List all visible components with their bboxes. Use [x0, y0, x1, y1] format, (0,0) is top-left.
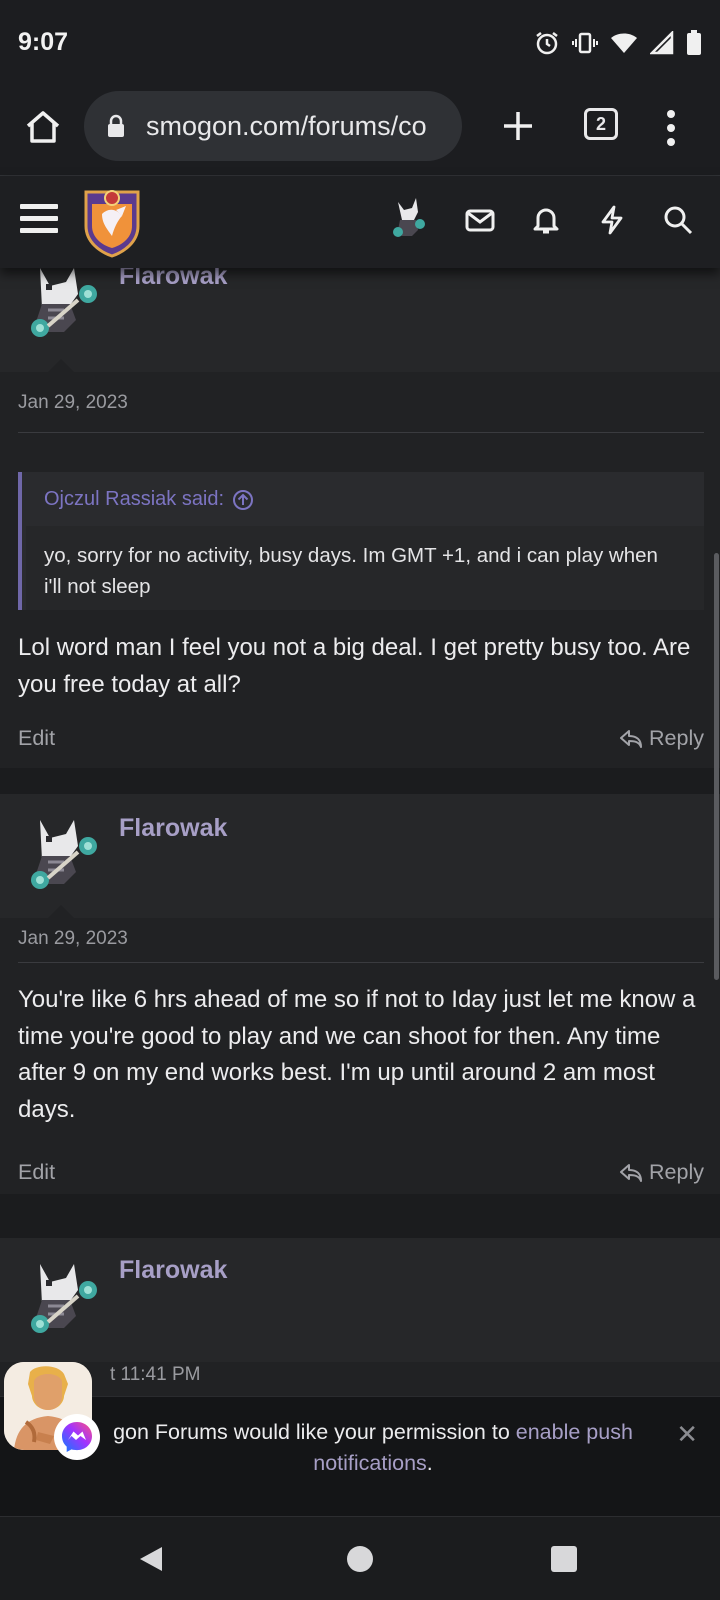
user-avatar[interactable] [388, 196, 428, 240]
post-date[interactable]: t 11:41 PM [110, 1364, 200, 1386]
alarm-icon [536, 32, 558, 55]
scrollbar[interactable] [714, 553, 719, 980]
edit-link[interactable]: Edit [18, 1160, 55, 1185]
post-date[interactable]: Jan 29, 2023 [18, 392, 128, 414]
username[interactable]: Flarowak [119, 1256, 227, 1285]
user-avatar[interactable] [18, 1260, 102, 1340]
reply-icon [620, 729, 643, 748]
quote-block: Ojczul Rassiak said: yo, sorry for no ac… [18, 472, 704, 610]
status-bar: 9:07 [0, 0, 720, 86]
recents-icon[interactable] [548, 1543, 580, 1575]
vibrate-icon [572, 32, 598, 54]
post-user-block: Flarowak [0, 268, 720, 372]
date-divider [18, 432, 704, 433]
reply-button[interactable]: Reply [619, 726, 704, 751]
post-body: You're like 6 hrs ahead of me so if not … [18, 986, 696, 1123]
quote-author[interactable]: Ojczul Rassiak said: [44, 488, 224, 511]
mail-icon[interactable] [464, 204, 496, 236]
url-text: smogon.com/forums/co [146, 111, 427, 141]
reply-icon [620, 1163, 643, 1182]
messenger-icon [54, 1414, 100, 1460]
notification-message: gon Forums would like your permission to [113, 1420, 516, 1444]
post-card: Flarowak Jan 29, 2023 Ojczul Rassiak sai… [0, 268, 720, 768]
system-nav-bar [0, 1516, 720, 1600]
user-arrow [48, 359, 74, 372]
quote-text: yo, sorry for no activity, busy days. Im… [44, 544, 658, 598]
user-avatar[interactable] [18, 816, 102, 896]
lightning-icon[interactable] [596, 204, 628, 236]
user-avatar[interactable] [18, 268, 102, 344]
quote-body: yo, sorry for no activity, busy days. Im… [26, 526, 704, 610]
home-icon[interactable] [22, 106, 64, 148]
browser-toolbar: smogon.com/forums/co 2 [0, 86, 720, 176]
thread-content: Flarowak Jan 29, 2023 Ojczul Rassiak sai… [0, 268, 720, 1516]
menu-icon[interactable] [20, 204, 58, 238]
overflow-menu-icon[interactable] [658, 106, 684, 150]
home-nav-icon[interactable] [344, 1543, 376, 1575]
new-tab-icon[interactable] [496, 104, 540, 148]
username[interactable]: Flarowak [119, 814, 227, 843]
search-icon[interactable] [662, 204, 694, 236]
status-icons [534, 30, 702, 56]
forum-header [0, 176, 720, 268]
notification-text: gon Forums would like your permission to… [96, 1417, 650, 1479]
quote-header[interactable]: Ojczul Rassiak said: [44, 488, 254, 511]
lock-icon [108, 114, 124, 137]
reply-button[interactable]: Reply [619, 1160, 704, 1185]
post-user-block: Flarowak [0, 1238, 720, 1362]
back-icon[interactable] [136, 1543, 168, 1575]
post-body: Lol word man I feel you not a big deal. … [18, 634, 691, 698]
url-bar[interactable]: smogon.com/forums/co [84, 91, 462, 161]
edit-link[interactable]: Edit [18, 726, 55, 751]
username[interactable]: Flarowak [119, 268, 227, 291]
arrow-up-circle-icon[interactable] [232, 489, 254, 511]
bell-icon[interactable] [530, 204, 562, 236]
wifi-icon [611, 33, 637, 53]
post-user-block: Flarowak [0, 794, 720, 918]
battery-icon [687, 30, 701, 55]
close-icon[interactable]: ✕ [676, 1419, 698, 1450]
status-time: 9:07 [18, 28, 69, 56]
notification-banner: gon Forums would like your permission to… [0, 1396, 720, 1516]
reply-label: Reply [649, 726, 704, 750]
notification-period: . [426, 1451, 433, 1475]
tab-switcher-button[interactable]: 2 [584, 108, 618, 140]
post-date[interactable]: Jan 29, 2023 [18, 928, 128, 950]
post-card: Flarowak Jan 29, 2023 You're like 6 hrs … [0, 794, 720, 1194]
signal-icon [650, 31, 674, 55]
reply-label: Reply [649, 1160, 704, 1184]
site-logo[interactable] [80, 184, 144, 258]
date-divider [18, 962, 704, 963]
user-arrow [48, 905, 74, 918]
